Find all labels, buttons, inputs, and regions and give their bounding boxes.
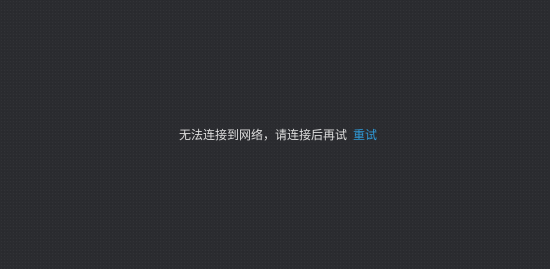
offline-screen: 无法连接到网络，请连接后再试 重试 — [0, 0, 550, 269]
retry-link[interactable]: 重试 — [353, 128, 377, 142]
network-error-message: 无法连接到网络，请连接后再试 — [178, 128, 347, 142]
network-error-row: 无法连接到网络，请连接后再试 重试 — [0, 126, 550, 144]
